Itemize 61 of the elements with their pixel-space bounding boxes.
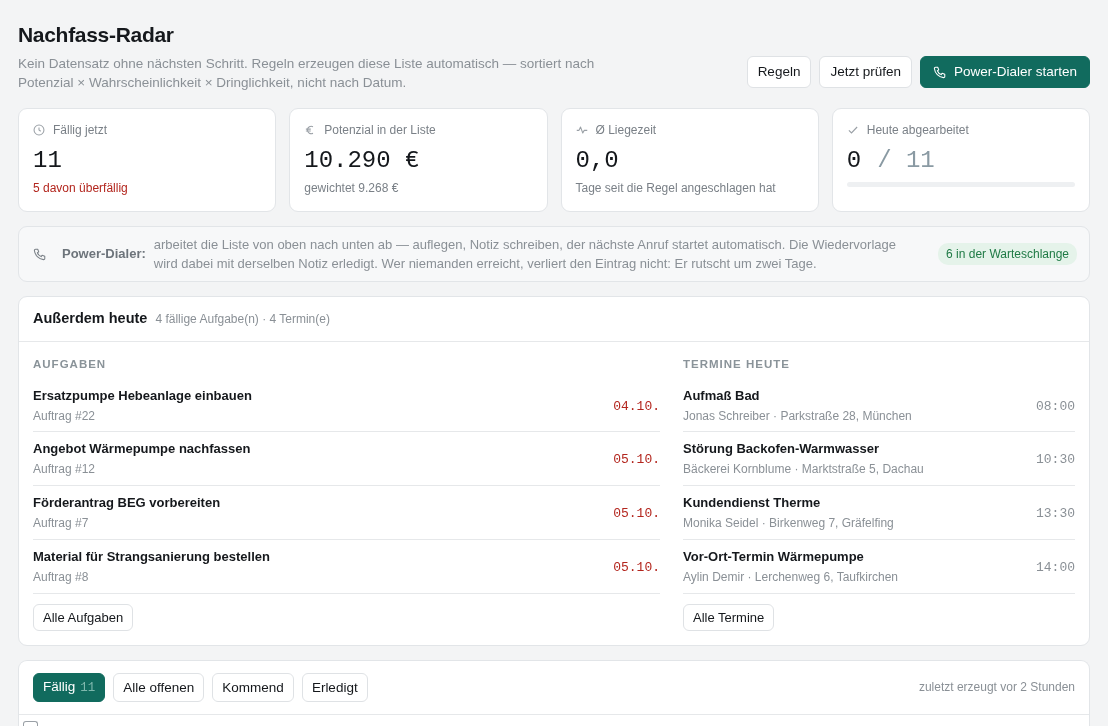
dialer-label: Power-Dialer: [62,245,146,264]
panel-title: Außerdem heute [33,309,148,328]
appointment-details: Jonas Schreiber · Parkstraße 28, München [683,408,912,426]
task-title[interactable]: Angebot Wärmepumpe nachfassen [33,440,251,459]
filter-tab[interactable]: Alle offenen [113,672,205,702]
stat-value: 0 [846,146,862,176]
all-tasks-button[interactable]: Alle Aufgaben [33,603,134,631]
task-title[interactable]: Ersatzpumpe Hebeanlage einbauen [33,387,252,406]
stat-label: Heute abgearbeitet [866,122,969,138]
appointment-details: Aylin Demir · Lerchenweg 6, Taufkirchen [683,569,898,587]
appointment-title[interactable]: Störung Backofen-Warmwasser [683,440,924,459]
appointment-time: 08:00 [1036,397,1075,416]
task-details: Auftrag #12 [33,461,97,479]
task-details: Auftrag #8 [33,569,90,587]
stat-label: Ø Liegezeit [595,122,657,138]
due-date: 04.10. [613,397,660,416]
appointment-details: Monika Seidel · Birkenweg 7, Gräfelfing [683,515,894,533]
select-all-checkbox[interactable] [23,720,38,726]
stat-label: Potenzial in der Liste [324,122,436,138]
task-title[interactable]: Förderantrag BEG vorbereiten [33,494,221,513]
section-heading: AUFGABEN [33,356,108,372]
dialer-description: arbeitet die Liste von oben nach unten ab — auflegen, Notiz schreiben, der nächste Anruf startet automatisch. Die Wiedervorlage wird dabei mit derselben Notiz erledigt. Wer niemanden erreicht, verliert den Eintrag nicht: Er rutscht um zwei Tage. [153,236,897,273]
appointment-title[interactable]: Vor-Ort-Termin Wärmepumpe [683,548,898,567]
due-date: 05.10. [613,558,660,577]
section-heading: TERMINE HEUTE [683,356,791,372]
all-appointments-button[interactable]: Alle Termine [683,603,775,631]
appointment-time: 10:30 [1036,450,1075,469]
toolbar-button[interactable]: Jetzt prüfen [819,56,912,88]
check-icon [846,124,859,136]
stat-value: 10.290 € [304,146,421,176]
appointment-title[interactable]: Aufmaß Bad [683,387,912,406]
due-date: 05.10. [613,504,660,523]
filter-tab[interactable]: Erledigt [301,672,368,702]
stat-value: 11 [33,146,63,176]
appointment-title[interactable]: Kundendienst Therme [683,494,894,513]
panel-summary: 4 fällige Aufgabe(n) · 4 Termin(e) [155,311,330,328]
appointment-time: 14:00 [1036,558,1075,577]
generated-time: zuletzt erzeugt vor 2 Stunden [918,679,1075,697]
queue-badge: 6 in der Warteschlange [938,243,1077,265]
task-title[interactable]: Material für Strangsanierung bestellen [33,548,270,567]
filter-tab[interactable]: Fällig 11 [33,672,106,702]
start-dialer-button[interactable]: Power-Dialer starten [919,56,1090,88]
clock-icon [33,124,45,136]
appointment-time: 13:30 [1036,504,1075,523]
due-date: 05.10. [613,450,660,469]
filter-tab[interactable]: Kommend [212,672,294,702]
stat-value: 0,0 [575,146,620,176]
phone-icon [932,65,946,79]
phone-icon [33,247,46,261]
stat-note: Tage seit die Regel angeschlagen hat [575,180,777,196]
stat-note: 5 davon überfällig [33,180,129,196]
toolbar-button[interactable]: Regeln [746,56,812,88]
stat-label: Fällig jetzt [53,122,108,138]
page-title: Nachfass-Radar [18,22,175,48]
stat-total: / 11 [877,146,935,176]
task-details: Auftrag #7 [33,515,90,533]
task-details: Auftrag #22 [33,408,97,426]
page-description: Kein Datensatz ohne nächsten Schritt. Regeln erzeugen diese Liste automatisch — sortiert nach Potenzial × Wahrscheinlichkeit × Dringlichkeit, nicht nach Datum. [18,55,596,92]
stat-note: gewichtet 9.268 € [304,180,400,196]
pulse-icon [575,124,588,136]
appointment-details: Bäckerei Kornblume · Marktstraße 5, Dachau [683,461,924,479]
